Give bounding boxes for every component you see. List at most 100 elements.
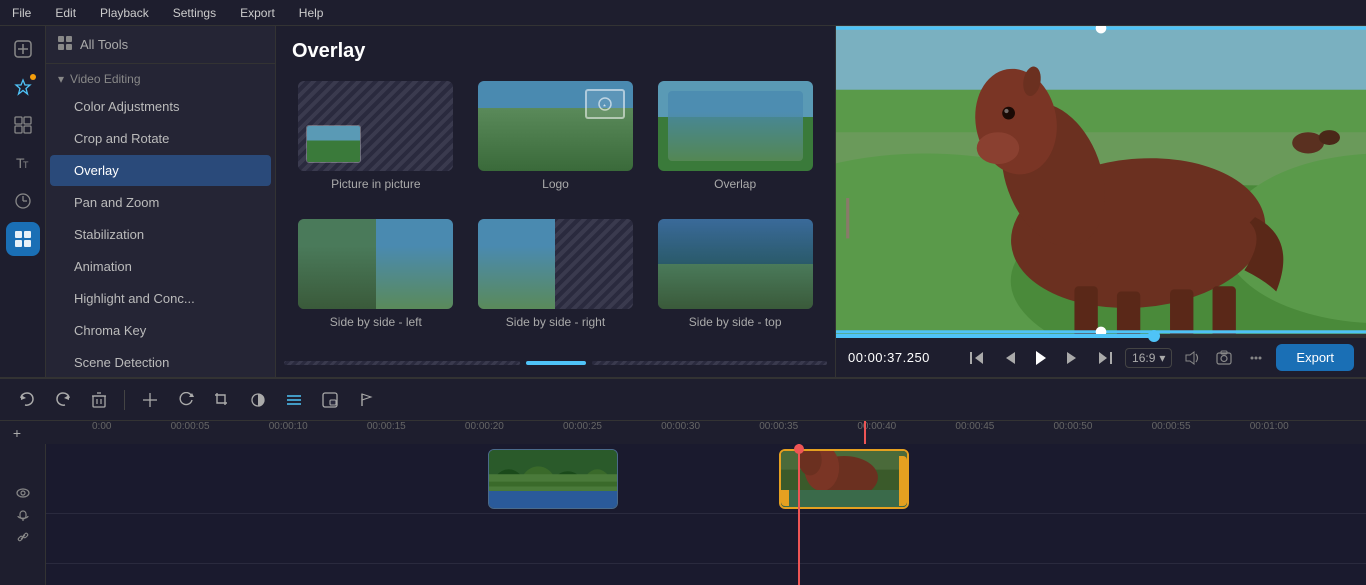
pip-button[interactable] (315, 385, 345, 415)
time-display: 00:00:37.250 (848, 350, 957, 365)
sbs-top-label: Side by side - top (689, 315, 782, 329)
flag-button[interactable] (351, 385, 381, 415)
progress-fill (836, 334, 1154, 338)
sbs-left-label: Side by side - left (330, 315, 422, 329)
pip-label: Picture in picture (331, 177, 420, 191)
overlay-grid: Picture in picture ⋆ Logo Overlap (276, 73, 835, 361)
play-back-button[interactable] (997, 346, 1021, 370)
play-forward-button[interactable] (1061, 346, 1085, 370)
color-adjustments-item[interactable]: Color Adjustments (50, 91, 271, 122)
volume-icon[interactable] (1180, 346, 1204, 370)
playhead-line[interactable] (798, 444, 800, 585)
tick-12: 00:01:00 (1250, 421, 1289, 432)
animation-item[interactable]: Animation (50, 251, 271, 282)
separator (124, 390, 125, 410)
crop-rotate-item[interactable]: Crop and Rotate (50, 123, 271, 154)
menu-settings[interactable]: Settings (169, 4, 220, 22)
tick-4: 00:00:20 (465, 421, 504, 432)
stabilization-item[interactable]: Stabilization (50, 219, 271, 250)
ratio-label: 16:9 (1132, 351, 1155, 365)
add-track-button[interactable]: + (8, 424, 26, 442)
overlay-item[interactable]: Overlay (50, 155, 271, 186)
sbs-top-item[interactable]: Side by side - top (651, 219, 819, 345)
track-content (46, 444, 1366, 585)
pin-icon[interactable] (6, 70, 40, 104)
sbs-right-item[interactable]: Side by side - right (472, 219, 640, 345)
scene-detection-item[interactable]: Scene Detection (50, 347, 271, 377)
svg-text:T: T (23, 160, 29, 170)
crop-button[interactable] (207, 385, 237, 415)
cut-button[interactable] (135, 385, 165, 415)
audio-icon[interactable] (14, 506, 32, 524)
icon-sidebar: T T (0, 26, 46, 377)
all-tools-item[interactable]: All Tools (46, 26, 275, 64)
play-button[interactable] (1029, 346, 1053, 370)
eye-icon[interactable] (14, 484, 32, 502)
tick-3: 00:00:15 (367, 421, 406, 432)
menu-file[interactable]: File (8, 4, 35, 22)
chroma-key-item[interactable]: Chroma Key (50, 315, 271, 346)
history-icon[interactable] (6, 184, 40, 218)
logo-overlay-item[interactable]: ⋆ Logo (472, 81, 640, 207)
redo-button[interactable] (48, 385, 78, 415)
tick-6: 00:00:30 (661, 421, 700, 432)
ratio-selector[interactable]: 16:9 ▾ (1125, 348, 1172, 368)
timeline-ruler: + 00:00:00 00:00:05 00:00:10 00:00:15 00… (0, 420, 1366, 444)
undo-button[interactable] (12, 385, 42, 415)
video-track (46, 444, 1366, 514)
section-label: Video Editing (70, 72, 141, 86)
audio-track (46, 514, 1366, 564)
progress-handle[interactable] (1148, 330, 1160, 342)
delete-button[interactable] (84, 385, 114, 415)
grid-icon (58, 36, 72, 53)
tick-5: 00:00:25 (563, 421, 602, 432)
track-controls (4, 484, 41, 546)
overlap-thumbnail (658, 81, 813, 171)
main-area: T T (0, 26, 1366, 377)
timeline-area: + 00:00:00 00:00:05 00:00:10 00:00:15 00… (0, 420, 1366, 585)
svg-text:⋆: ⋆ (602, 101, 607, 110)
add-media-icon[interactable] (6, 32, 40, 66)
color-adjust-button[interactable] (243, 385, 273, 415)
playhead-ruler[interactable] (864, 421, 866, 445)
skip-end-button[interactable] (1093, 346, 1117, 370)
more-options-icon[interactable] (1244, 346, 1268, 370)
link-icon[interactable] (14, 528, 32, 546)
export-button[interactable]: Export (1276, 344, 1354, 371)
rotate-button[interactable] (171, 385, 201, 415)
highlight-item[interactable]: Highlight and Conc... (50, 283, 271, 314)
layout-icon[interactable] (6, 108, 40, 142)
overlap-label: Overlap (714, 177, 756, 191)
menu-playback[interactable]: Playback (96, 4, 153, 22)
forest-clip[interactable] (488, 449, 618, 509)
pip-thumbnail (298, 81, 453, 171)
menu-help[interactable]: Help (295, 4, 328, 22)
sbs-right-label: Side by side - right (506, 315, 605, 329)
preview-progress[interactable] (836, 334, 1366, 338)
logo-label: Logo (542, 177, 569, 191)
text-format-icon[interactable]: T T (6, 146, 40, 180)
overlay-title: Overlay (276, 26, 835, 73)
timeline-tracks (0, 444, 1366, 585)
clip-handle-right[interactable] (899, 456, 907, 506)
snapshot-icon[interactable] (1212, 346, 1236, 370)
pip-overlay-item[interactable]: Picture in picture (292, 81, 460, 207)
forest-waveform (489, 491, 617, 508)
menu-export[interactable]: Export (236, 4, 279, 22)
video-editing-section[interactable]: ▾ Video Editing (46, 64, 275, 90)
menu-edit[interactable]: Edit (51, 4, 80, 22)
skip-start-button[interactable] (965, 346, 989, 370)
tick-1: 00:00:05 (171, 421, 210, 432)
sbs-top-thumbnail (658, 219, 813, 309)
preview-video (836, 26, 1366, 334)
pan-zoom-item[interactable]: Pan and Zoom (50, 187, 271, 218)
tick-9: 00:00:45 (955, 421, 994, 432)
playhead-handle[interactable] (794, 444, 804, 454)
tick-10: 00:00:50 (1054, 421, 1093, 432)
align-button[interactable] (279, 385, 309, 415)
sbs-left-item[interactable]: Side by side - left (292, 219, 460, 345)
tick-2: 00:00:10 (269, 421, 308, 432)
apps-grid-icon[interactable] (6, 222, 40, 256)
overlap-overlay-item[interactable]: Overlap (651, 81, 819, 207)
track-labels (0, 444, 46, 585)
